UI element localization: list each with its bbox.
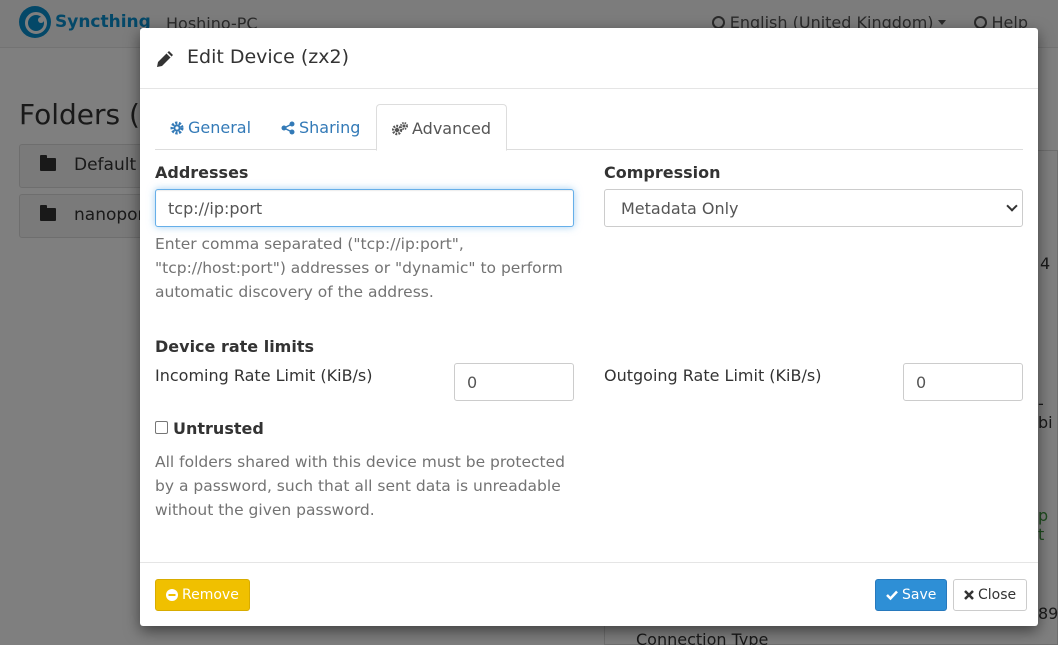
chevron-down-icon	[1006, 200, 1018, 212]
untrusted-label[interactable]: Untrusted	[173, 419, 264, 438]
incoming-rate-input[interactable]	[454, 363, 574, 401]
edit-device-modal: Edit Device (zx2) General Sharing Advanc…	[140, 28, 1038, 626]
gear-icon	[170, 121, 184, 135]
tabs: General Sharing Advanced	[155, 104, 1023, 151]
outgoing-rate-label: Outgoing Rate Limit (KiB/s)	[604, 366, 822, 385]
gears-icon	[391, 122, 408, 136]
tab-general[interactable]: General	[155, 104, 266, 150]
tab-sharing[interactable]: Sharing	[266, 104, 375, 150]
share-icon	[281, 121, 295, 135]
remove-button[interactable]: Remove	[155, 579, 250, 611]
save-button[interactable]: Save	[875, 579, 948, 611]
untrusted-help: All folders shared with this device must…	[155, 453, 565, 519]
modal-title: Edit Device (zx2)	[187, 46, 349, 68]
incoming-rate-label: Incoming Rate Limit (KiB/s)	[155, 366, 373, 385]
outgoing-rate-input[interactable]	[903, 363, 1023, 401]
rate-limits-heading: Device rate limits	[155, 337, 315, 356]
addresses-input[interactable]	[155, 189, 574, 227]
modal-footer: Remove Save Close	[140, 562, 1038, 626]
minus-circle-icon	[166, 589, 178, 601]
pencil-icon	[157, 51, 173, 67]
addresses-help: Enter comma separated ("tcp://ip:port", …	[155, 235, 563, 301]
close-button[interactable]: Close	[953, 579, 1028, 611]
close-icon	[964, 590, 974, 600]
check-icon	[886, 590, 898, 601]
modal-header: Edit Device (zx2)	[140, 28, 1038, 89]
untrusted-checkbox[interactable]	[155, 421, 168, 434]
addresses-label: Addresses	[155, 163, 249, 182]
tab-advanced[interactable]: Advanced	[376, 104, 508, 151]
compression-label: Compression	[604, 163, 721, 182]
compression-select[interactable]: Metadata Only	[604, 189, 1023, 227]
